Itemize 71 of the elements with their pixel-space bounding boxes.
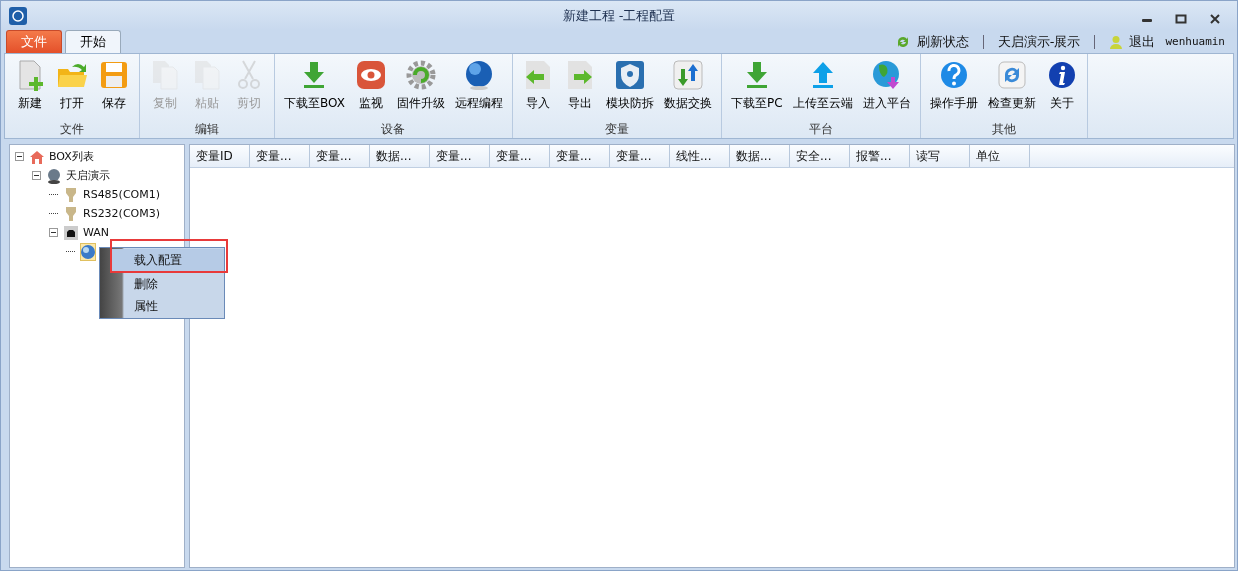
menu-item[interactable]: 删除 xyxy=(100,273,224,295)
column-header[interactable]: 报警... xyxy=(850,145,910,167)
maximize-icon[interactable] xyxy=(1175,12,1187,25)
user-name: wenhuamin xyxy=(1165,35,1225,48)
column-header[interactable]: 安全... xyxy=(790,145,850,167)
ribbon-button[interactable]: 下载至BOX xyxy=(279,54,350,120)
device-icon xyxy=(46,167,62,184)
ribbon-button[interactable]: 检查更新 xyxy=(982,54,1041,120)
ribbon-button[interactable]: 数据交换 xyxy=(658,54,717,120)
column-header[interactable]: 数据... xyxy=(370,145,430,167)
ribbon-button[interactable]: 操作手册 xyxy=(924,54,983,120)
column-header[interactable]: 变量... xyxy=(490,145,550,167)
ribbon-button[interactable]: 固件升级 xyxy=(391,54,450,120)
menu-item[interactable]: 属性 xyxy=(100,295,224,317)
collapse-toggle-icon[interactable] xyxy=(32,171,41,180)
column-header[interactable]: 读写 xyxy=(910,145,970,167)
column-header[interactable]: 变量... xyxy=(310,145,370,167)
tree-node[interactable]: BOX列表 xyxy=(29,147,94,166)
gear-icon xyxy=(404,59,437,91)
ribbon-button[interactable]: 打开 xyxy=(51,54,93,120)
column-header[interactable]: 数据... xyxy=(730,145,790,167)
column-header[interactable]: 单位 xyxy=(970,145,1030,167)
tree-node[interactable]: RS485(COM1) xyxy=(63,185,161,204)
tree-node[interactable] xyxy=(80,242,96,261)
ribbon-button[interactable]: 新建 xyxy=(9,54,51,120)
network-port-icon xyxy=(63,224,79,241)
group-label: 文件 xyxy=(59,121,85,138)
globe-icon xyxy=(80,243,96,260)
column-header[interactable]: 变量ID xyxy=(190,145,250,167)
eye-icon xyxy=(354,59,387,91)
connector-icon xyxy=(63,186,79,203)
group-label: 其他 xyxy=(990,121,1017,138)
tree-node[interactable]: RS232(COM3) xyxy=(63,204,161,223)
refresh-status-link[interactable]: 刷新状态 xyxy=(916,32,969,51)
ribbon-button[interactable]: 上传至云端 xyxy=(787,54,858,120)
collapse-toggle-icon[interactable] xyxy=(15,152,24,161)
user-icon xyxy=(1109,34,1124,49)
ribbon-button[interactable]: 下载至PC xyxy=(725,54,788,120)
logout-link[interactable]: 退出 xyxy=(1129,32,1156,51)
save-icon xyxy=(98,59,130,91)
ribbon-button[interactable]: 保存 xyxy=(93,54,135,120)
ribbon-button[interactable]: 导入 xyxy=(516,54,559,120)
group-label: 编辑 xyxy=(194,121,220,138)
ribbon-button[interactable]: 导出 xyxy=(558,54,601,120)
ribbon-button[interactable]: 关于 xyxy=(1040,54,1083,120)
app-logo-icon xyxy=(9,6,27,25)
tree-node[interactable]: 天启演示 xyxy=(46,166,110,185)
ribbon-button[interactable]: 远程编程 xyxy=(449,54,508,120)
group-label: 设备 xyxy=(380,121,407,138)
menu-item[interactable]: 载入配置 xyxy=(112,249,224,271)
group-label: 变量 xyxy=(603,121,630,138)
column-header[interactable]: 变量... xyxy=(610,145,670,167)
shield-icon xyxy=(613,59,646,91)
column-header[interactable]: 变量... xyxy=(250,145,310,167)
column-header[interactable]: 变量... xyxy=(550,145,610,167)
ribbon-button[interactable]: 监视 xyxy=(349,54,392,120)
window-title: 新建工程 -工程配置 xyxy=(562,6,676,25)
ribbon-tab[interactable]: 开始 xyxy=(65,30,121,53)
collapse-toggle-icon[interactable] xyxy=(49,228,58,237)
tree-node[interactable]: WAN xyxy=(63,223,110,242)
ribbon-button[interactable]: 进入平台 xyxy=(857,54,916,120)
column-header[interactable]: 线性... xyxy=(670,145,730,167)
ribbon-button[interactable]: 模块防拆 xyxy=(600,54,659,120)
project-name: 天启演示-展示 xyxy=(997,32,1081,51)
group-label: 平台 xyxy=(807,121,834,138)
close-icon[interactable] xyxy=(1209,12,1221,25)
swap-icon xyxy=(671,59,704,91)
connector-icon xyxy=(63,205,79,222)
house-icon xyxy=(29,148,45,165)
refresh-icon xyxy=(995,59,1028,91)
column-header[interactable]: 变量... xyxy=(430,145,490,167)
